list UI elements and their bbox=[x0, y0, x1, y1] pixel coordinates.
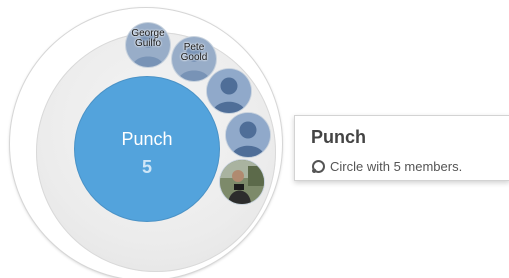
circle-icon bbox=[312, 160, 325, 173]
circle-member-count: 5 bbox=[141, 157, 152, 177]
member-avatar[interactable] bbox=[226, 113, 270, 157]
circle-name: Punch bbox=[121, 129, 173, 149]
card-subtitle-row: Circle with 5 members. bbox=[311, 159, 462, 174]
circle-editor: Punch 5 George Guilfo Pete Goold Punch C… bbox=[0, 0, 509, 278]
circle-info-card: Punch Circle with 5 members. bbox=[294, 115, 509, 181]
member-avatar-george-guilford[interactable]: George Guilfo bbox=[126, 23, 170, 67]
circle-punch[interactable]: Punch 5 bbox=[75, 77, 219, 221]
member-name-label: Pete Goold bbox=[180, 42, 208, 63]
person-silhouette-icon bbox=[207, 69, 251, 113]
member-avatar-photo[interactable] bbox=[220, 160, 264, 204]
member-name-label: George Guilfo bbox=[131, 28, 165, 49]
card-subtitle: Circle with 5 members. bbox=[330, 159, 463, 174]
photo-avatar bbox=[220, 160, 264, 204]
person-silhouette-icon bbox=[226, 113, 270, 157]
card-title: Punch bbox=[311, 127, 367, 147]
member-avatar[interactable] bbox=[207, 69, 251, 113]
